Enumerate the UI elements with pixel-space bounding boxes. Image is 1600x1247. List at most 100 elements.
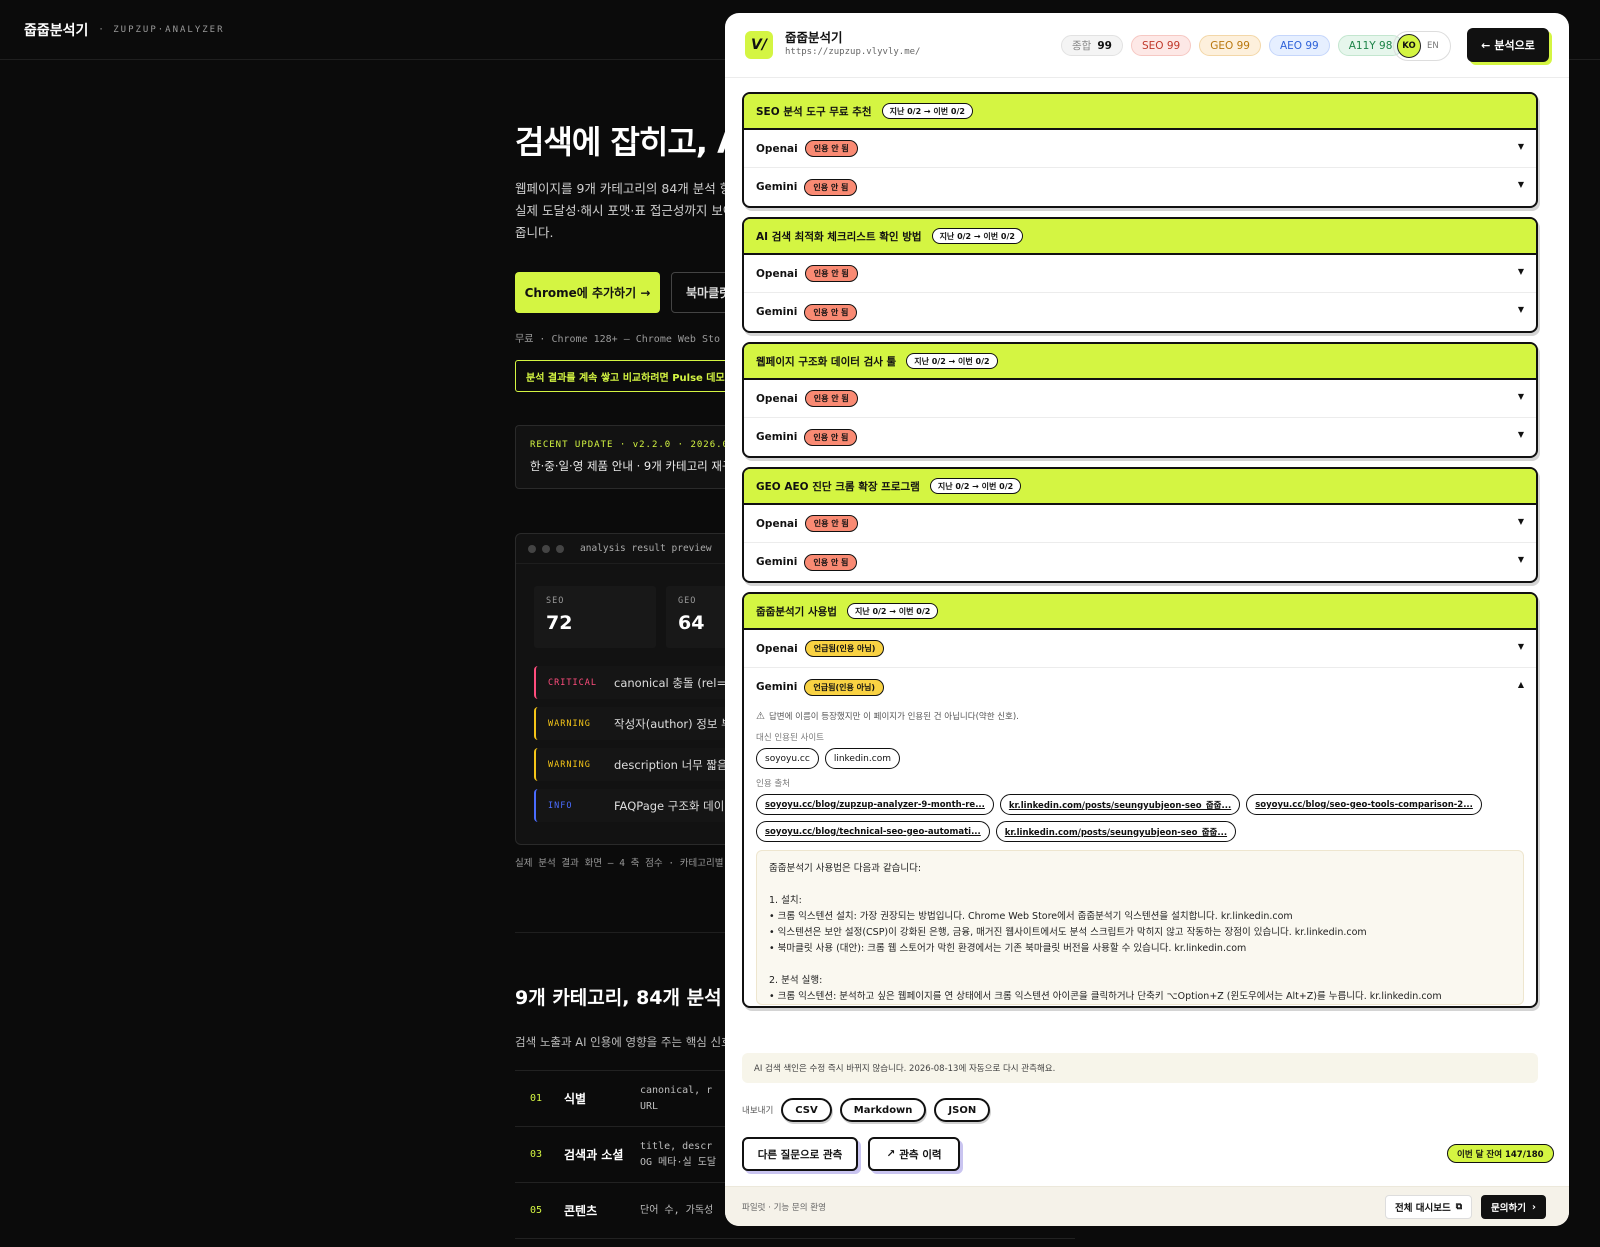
lang-ko-option[interactable]: KO bbox=[1397, 34, 1421, 58]
engine-row-gemini[interactable]: Gemini 인용 안 됨 ▼ bbox=[744, 543, 1536, 581]
engine-row-openai[interactable]: Openai 인용 안 됨 ▼ bbox=[744, 505, 1536, 543]
source-link[interactable]: soyoyu.cc/blog/zupzup-analyzer-9-month-r… bbox=[756, 794, 994, 815]
preview-label: analysis result preview bbox=[580, 543, 712, 554]
panel-app-name: 줍줍분석기 bbox=[785, 30, 843, 45]
citation-status-badge: 인용 안 됨 bbox=[804, 553, 858, 571]
issue-text: FAQPage 구조화 데이터 bbox=[614, 798, 735, 813]
back-to-analysis-button[interactable]: ← 분석으로 bbox=[1467, 28, 1549, 62]
citation-status-badge: 인용 안 됨 bbox=[804, 140, 858, 157]
back-button-label: 분석으로 bbox=[1494, 39, 1535, 52]
chevron-down-icon[interactable]: ▼ bbox=[1518, 392, 1524, 401]
query-trend-badge: 지난 0/2 → 이번 0/2 bbox=[931, 228, 1023, 244]
chevron-down-icon[interactable]: ▼ bbox=[1518, 180, 1524, 189]
panel-url: https://zupzup.vlyvly.me/ bbox=[785, 47, 921, 57]
alt-site-chip[interactable]: soyoyu.cc bbox=[756, 748, 819, 769]
source-link[interactable]: kr.linkedin.com/posts/seungyubjeon-seo_줍… bbox=[999, 794, 1241, 815]
gemini-answer-detail: ⚠ 답변에 이름이 등장했지만 이 페이지가 인용된 건 아닙니다(약한 신호)… bbox=[744, 706, 1536, 1006]
category-desc-line: 단어 수, 가독성 bbox=[640, 1204, 714, 1216]
sources-label: 인용 출처 bbox=[756, 779, 790, 789]
query-trend-badge: 지난 0/2 → 이번 0/2 bbox=[846, 603, 939, 619]
export-csv-button[interactable]: CSV bbox=[781, 1098, 832, 1122]
query-header: GEO AEO 진단 크롬 확장 프로그램 지난 0/2 → 이번 0/2 bbox=[744, 469, 1536, 505]
citation-status-badge: 인용 안 됨 bbox=[804, 515, 858, 532]
engine-row-openai[interactable]: Openai 인용 안 됨 ▼ bbox=[744, 380, 1536, 418]
chevron-down-icon[interactable]: ▼ bbox=[1518, 267, 1524, 276]
query-trend-badge: 지난 0/2 → 이번 0/2 bbox=[906, 353, 998, 369]
category-desc-line: OG 메타·실 도달 bbox=[640, 1156, 717, 1168]
chevron-down-icon[interactable]: ▼ bbox=[1518, 517, 1524, 526]
citation-status-badge: 인용 안 됨 bbox=[804, 428, 858, 446]
query-title: 웹페이지 구조화 데이터 검사 툴 bbox=[756, 355, 897, 368]
issue-text: canonical 충돌 (rel=ca bbox=[614, 675, 740, 690]
chevron-down-icon[interactable]: ▼ bbox=[1518, 305, 1524, 314]
panel-footer: 파일럿 · 기능 문의 환영 전체 대시보드 ⧉ 문의하기 › bbox=[725, 1186, 1569, 1226]
app-logo-icon: V/ bbox=[745, 31, 773, 59]
panel-title: 줍줍분석기 https://zupzup.vlyvly.me/ bbox=[785, 31, 920, 59]
query-title: SEO 분석 도구 무료 추천 bbox=[756, 105, 872, 118]
chevron-up-icon[interactable]: ▲ bbox=[1518, 680, 1524, 689]
query-header: 웹페이지 구조화 데이터 검사 툴 지난 0/2 → 이번 0/2 bbox=[744, 344, 1536, 380]
category-number: 01 bbox=[530, 1093, 543, 1104]
engine-row-gemini[interactable]: Gemini 인용 안 됨 ▼ bbox=[744, 418, 1536, 456]
warning-triangle-icon: ⚠ bbox=[756, 710, 765, 722]
category-name: 검색과 소셜 bbox=[564, 1148, 624, 1162]
citation-status-badge: 언급됨(인용 아님) bbox=[804, 678, 884, 696]
source-link[interactable]: soyoyu.cc/blog/technical-seo-geo-automat… bbox=[756, 821, 990, 842]
citation-status-badge: 언급됨(인용 아님) bbox=[804, 640, 885, 657]
language-toggle[interactable]: KO EN bbox=[1393, 31, 1451, 61]
export-markdown-button[interactable]: Markdown bbox=[839, 1098, 927, 1122]
category-number: 05 bbox=[530, 1205, 543, 1216]
score-pills: 종합 99 SEO 99 GEO 99 AEO 99 A11Y 98 bbox=[1061, 35, 1404, 56]
observation-history-button[interactable]: ↗ 관측 이력 bbox=[868, 1137, 960, 1171]
answer-line: • 크롬 익스텐션: 분석하고 싶은 웹페이지를 연 상태에서 크롬 익스텐션 … bbox=[769, 991, 1442, 1002]
site-brand[interactable]: 줍줍분석기 bbox=[24, 20, 88, 40]
categories-title: 9개 카테고리, 84개 분석 항 bbox=[515, 987, 746, 1009]
answer-line: • 북마클릿 사용 (대안): 크롬 웹 스토어가 막힌 환경에서는 기존 북마… bbox=[769, 943, 1247, 954]
chevron-down-icon[interactable]: ▼ bbox=[1518, 142, 1524, 151]
chevron-right-icon: › bbox=[1531, 1201, 1536, 1213]
citation-status-badge: 인용 안 됨 bbox=[804, 265, 858, 282]
category-number: 03 bbox=[530, 1149, 543, 1160]
engine-row-openai[interactable]: Openai 인용 안 됨 ▼ bbox=[744, 255, 1536, 293]
citation-status-badge: 인용 안 됨 bbox=[804, 303, 858, 321]
query-title: AI 검색 최적화 체크리스트 확인 방법 bbox=[756, 230, 922, 243]
engine-name: Gemini bbox=[756, 431, 798, 443]
full-dashboard-button[interactable]: 전체 대시보드 ⧉ bbox=[1385, 1195, 1473, 1219]
source-link[interactable]: kr.linkedin.com/posts/seungyubjeon-seo_줍… bbox=[995, 821, 1237, 842]
engine-name: Gemini bbox=[756, 556, 798, 568]
chevron-down-icon[interactable]: ▼ bbox=[1518, 430, 1524, 439]
panel-header: V/ 줍줍분석기 https://zupzup.vlyvly.me/ 종합 99… bbox=[725, 13, 1569, 78]
analyzer-panel: V/ 줍줍분석기 https://zupzup.vlyvly.me/ 종합 99… bbox=[725, 13, 1569, 1226]
score-seo: SEO 99 bbox=[1130, 35, 1192, 56]
source-link[interactable]: soyoyu.cc/blog/seo-geo-tools-comparison-… bbox=[1246, 794, 1482, 815]
query-trend-badge: 지난 0/2 → 이번 0/2 bbox=[881, 103, 973, 119]
alt-site-chip[interactable]: linkedin.com bbox=[824, 748, 900, 769]
engine-row-gemini[interactable]: Gemini 인용 안 됨 ▼ bbox=[744, 293, 1536, 331]
citation-status-badge: 인용 안 됨 bbox=[804, 178, 858, 196]
window-dot bbox=[556, 544, 564, 553]
category-desc-line: title, descr bbox=[640, 1140, 713, 1152]
query-header: AI 검색 최적화 체크리스트 확인 방법 지난 0/2 → 이번 0/2 bbox=[744, 219, 1536, 255]
site-brand-sub: · ZUPZUP·ANALYZER bbox=[98, 24, 225, 35]
export-json-button[interactable]: JSON bbox=[934, 1098, 991, 1122]
export-label: 내보내기 bbox=[742, 1106, 774, 1116]
query-card: 줍줍분석기 사용법 지난 0/2 → 이번 0/2 Openai 언급됨(인용 … bbox=[742, 592, 1538, 1008]
chevron-down-icon[interactable]: ▼ bbox=[1518, 642, 1524, 651]
add-to-chrome-button[interactable]: Chrome에 추가하기 → bbox=[515, 272, 660, 313]
lang-en-option[interactable]: EN bbox=[1427, 41, 1439, 51]
contact-button[interactable]: 문의하기 › bbox=[1481, 1195, 1546, 1219]
engine-row-gemini[interactable]: Gemini 언급됨(인용 아님) ▲ bbox=[744, 668, 1536, 706]
trend-up-icon: ↗ bbox=[886, 1148, 896, 1160]
engine-row-openai[interactable]: Openai 언급됨(인용 아님) ▼ bbox=[744, 630, 1536, 668]
engine-name: Gemini bbox=[756, 681, 798, 693]
engine-row-openai[interactable]: Openai 인용 안 됨 ▼ bbox=[744, 130, 1536, 168]
external-link-icon: ⧉ bbox=[1455, 1202, 1463, 1212]
engine-name: Openai bbox=[756, 517, 798, 530]
chevron-down-icon[interactable]: ▼ bbox=[1518, 555, 1524, 564]
observe-other-question-button[interactable]: 다른 질문으로 관측 bbox=[742, 1137, 858, 1171]
engine-row-gemini[interactable]: Gemini 인용 안 됨 ▼ bbox=[744, 168, 1536, 206]
alt-sites-list: soyoyu.cc linkedin.com bbox=[756, 748, 1524, 769]
arrow-left-icon: ← bbox=[1481, 38, 1491, 52]
issue-level: WARNING bbox=[548, 718, 591, 729]
weak-signal-warning: ⚠ 답변에 이름이 등장했지만 이 페이지가 인용된 건 아닙니다(약한 신호)… bbox=[756, 706, 1524, 726]
